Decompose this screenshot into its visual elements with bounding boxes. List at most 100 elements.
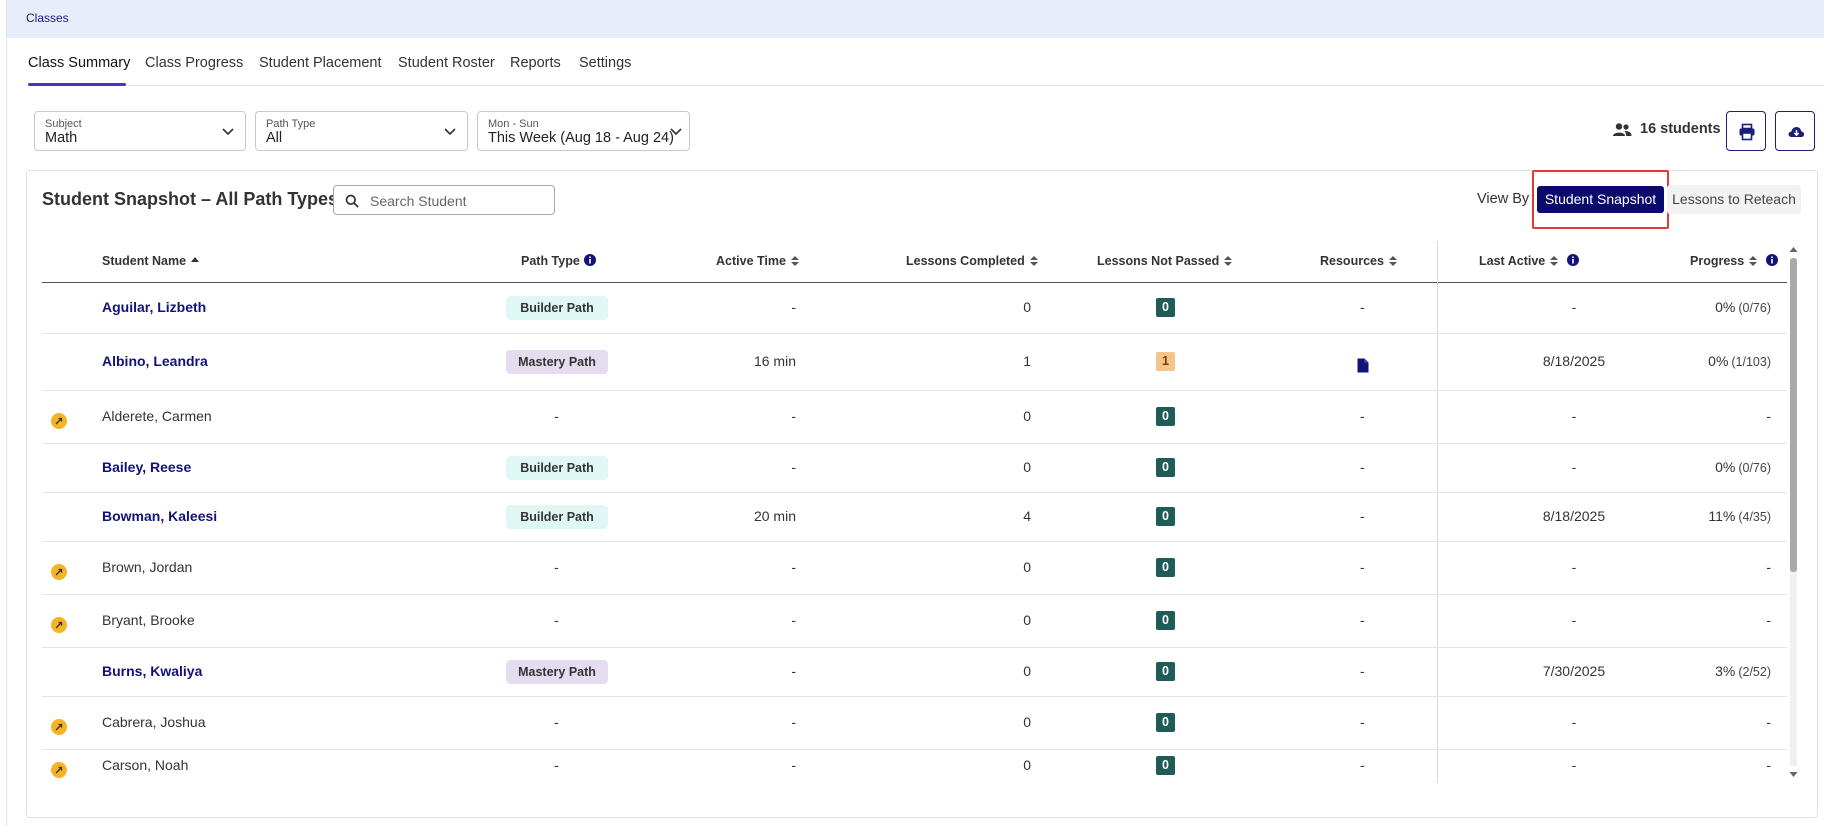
download-button[interactable] [1775,111,1815,151]
info-icon[interactable] [583,254,596,266]
last-active: 7/30/2025 [1542,662,1606,679]
header-active-time[interactable]: Active Time [716,254,799,268]
header-lessons-not-passed[interactable]: Lessons Not Passed [1097,254,1233,268]
table-scrollbar[interactable] [1789,243,1798,781]
lessons-not-passed-badge[interactable]: 0 [1156,756,1175,775]
cloud-download-icon [1788,127,1805,137]
last-active: - [1571,407,1577,424]
progress-value: - [1766,559,1771,575]
path-type-value: - [554,713,559,730]
header-lessons-completed-label: Lessons Completed [906,254,1025,268]
header-student-name-label: Student Name [102,254,187,268]
tabs-divider [28,85,1824,86]
info-icon[interactable] [1567,254,1580,266]
scroll-thumb[interactable] [1790,258,1797,572]
table-row[interactable]: Alderete, Carmen - - 0 0 - - - [42,390,1787,443]
users-icon [1613,123,1632,136]
scroll-up-icon[interactable] [1789,245,1798,254]
header-progress[interactable]: Progress [1690,254,1779,268]
table-row[interactable]: Burns, Kwaliya Mastery Path - 0 0 - 7/30/2025 3… [42,647,1787,696]
active-time: - [791,407,796,424]
tab-class-progress[interactable]: Class Progress [145,55,243,71]
resources-value: - [1360,507,1365,524]
snapshot-title: Student Snapshot – All Path Types [42,189,339,209]
student-name: Carson, Noah [102,757,189,773]
student-name[interactable]: Bailey, Reese [102,459,191,475]
last-active: - [1571,611,1577,628]
subject-dropdown[interactable]: Subject Math [34,111,246,151]
header-lessons-completed[interactable]: Lessons Completed [906,254,1038,268]
left-border [6,0,7,826]
tab-bar: Class Summary Class Progress Student Pla… [28,46,1824,86]
student-name[interactable]: Burns, Kwaliya [102,663,202,679]
header-resources[interactable]: Resources [1320,254,1397,268]
path-type-dropdown[interactable]: Path Type All [255,111,468,151]
subject-label: Subject [45,118,82,130]
lessons-not-passed-badge[interactable]: 1 [1156,351,1175,371]
resources-value: - [1360,407,1365,424]
lessons-not-passed-badge[interactable]: 0 [1156,557,1175,577]
lessons-completed: 4 [1023,507,1031,524]
lessons-not-passed-badge[interactable]: 0 [1156,610,1175,630]
date-range-dropdown[interactable]: Mon - Sun This Week (Aug 18 - Aug 24) [477,111,690,151]
progress-value: - [1766,612,1771,628]
progress-percent: 0% [1708,352,1729,369]
tab-student-placement[interactable]: Student Placement [259,55,382,71]
progress-value: - [1766,714,1771,730]
lessons-not-passed-badge[interactable]: 0 [1156,661,1175,681]
lessons-to-reteach-toggle[interactable]: Lessons to Reteach [1667,185,1801,214]
not-started-status-icon [51,718,67,735]
info-icon[interactable] [1766,254,1779,266]
tab-reports[interactable]: Reports [510,55,561,71]
progress-value: 11% (4/35) [1708,508,1771,524]
tab-class-summary[interactable]: Class Summary [28,55,130,71]
table-row[interactable]: Bryant, Brooke - - 0 0 - - - [42,594,1787,647]
subject-value: Math [45,130,78,146]
lessons-not-passed-badge[interactable]: 0 [1156,712,1175,732]
header-last-active[interactable]: Last Active [1479,254,1580,268]
student-name[interactable]: Bowman, Kaleesi [102,508,217,524]
students-count: 16 students [1640,121,1721,137]
sort-icon [1749,256,1758,266]
header-student-name[interactable]: Student Name [102,254,200,268]
lessons-not-passed-badge[interactable]: 0 [1156,457,1175,477]
last-active: 8/18/2025 [1542,507,1606,524]
lessons-completed: 1 [1023,352,1031,369]
scroll-down-icon[interactable] [1789,770,1798,779]
search-student-field[interactable] [333,185,555,215]
table-row[interactable]: Bowman, Kaleesi Builder Path 20 min 4 0 - 8/18… [42,492,1787,541]
student-name[interactable]: Aguilar, Lizbeth [102,299,206,315]
resources-value: - [1360,757,1365,773]
tab-settings[interactable]: Settings [579,55,631,71]
lessons-not-passed-badge[interactable]: 0 [1156,298,1175,317]
last-active: - [1571,558,1577,575]
breadcrumb-bar: Classes [7,0,1824,38]
not-started-status-icon [51,412,67,429]
print-button[interactable] [1726,111,1766,151]
lessons-not-passed-badge[interactable]: 0 [1156,506,1175,526]
breadcrumb[interactable]: Classes [26,11,69,25]
table-row[interactable]: Bailey, Reese Builder Path - 0 0 - - 0% (0/76) [42,443,1787,492]
path-type-value: - [554,558,559,575]
table-row[interactable]: Carson, Noah - - 0 0 - - - [42,749,1787,783]
student-snapshot-toggle[interactable]: Student Snapshot [1537,186,1664,213]
table-row[interactable]: Cabrera, Joshua - - 0 0 - - - [42,696,1787,749]
last-active: - [1571,458,1577,475]
tab-student-roster[interactable]: Student Roster [398,55,495,71]
print-icon [1739,123,1755,141]
search-input[interactable] [370,192,550,210]
document-icon[interactable] [1357,358,1369,376]
date-range-label: Mon - Sun [488,118,539,130]
table-row[interactable]: Brown, Jordan - - 0 0 - - - [42,541,1787,594]
student-name[interactable]: Albino, Leandra [102,353,208,369]
active-time: 20 min [753,507,796,524]
table-row[interactable]: Albino, Leandra Mastery Path 16 min 1 1 8/18/… [42,333,1787,390]
lessons-completed: 0 [1023,407,1031,424]
last-active: - [1571,713,1577,730]
lessons-not-passed-badge[interactable]: 0 [1156,406,1175,426]
header-path-type[interactable]: Path Type [521,254,596,268]
table-row[interactable]: Aguilar, Lizbeth Builder Path - 0 0 - - 0% (0/76… [42,283,1787,333]
progress-percent: - [1766,611,1771,628]
header-resources-label: Resources [1320,254,1384,268]
progress-count: (0/76) [1738,460,1771,475]
